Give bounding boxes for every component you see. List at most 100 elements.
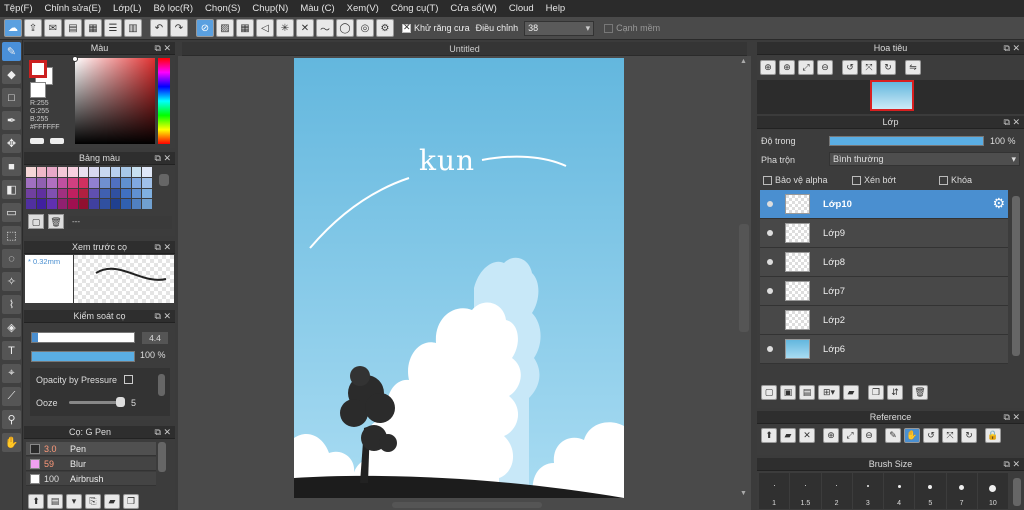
nav-fit-icon[interactable]: ⤢ (798, 60, 814, 75)
cloud-icon[interactable]: ☁ (4, 19, 22, 37)
pen-tool-icon[interactable]: ✒ (2, 111, 21, 130)
gear-icon[interactable]: ⚙ (992, 195, 1005, 212)
brush-size-cell[interactable]: 10 (977, 473, 1008, 509)
eyedropper-tool-icon[interactable]: ⚲ (2, 410, 21, 429)
layer-row[interactable]: Lớp8 (760, 248, 1008, 277)
scroll-up-icon[interactable]: ▲ (740, 58, 747, 65)
brush-size-cell[interactable]: 7 (946, 473, 977, 509)
visibility-eye-icon[interactable] (767, 259, 773, 265)
ref-fit-icon[interactable]: ⤢ (842, 428, 858, 443)
brush-list-item[interactable]: 100 Airbrush (26, 472, 156, 486)
palette-swatch[interactable] (78, 199, 89, 209)
layer-row[interactable]: Lớp10 ⚙ (760, 190, 1008, 219)
color-swap-button[interactable] (50, 138, 64, 144)
brush-list-scroll[interactable] (158, 442, 166, 472)
correction-select[interactable]: 38 (524, 20, 595, 36)
nav-flip-icon[interactable]: ⇋ (905, 60, 921, 75)
lasso-tool-icon[interactable]: ◌ (2, 249, 21, 268)
shape-tool-icon[interactable]: □ (2, 88, 21, 107)
palette-swatch[interactable] (110, 199, 121, 209)
new-layer-1bit-icon[interactable]: ▤ (799, 385, 815, 400)
menu-select[interactable]: Chọn(S) (205, 3, 240, 14)
artwork-canvas[interactable]: kun (294, 58, 624, 498)
nav-rotate-right-icon[interactable]: ↻ (880, 60, 896, 75)
palette-swatch[interactable] (47, 167, 57, 177)
palette-swatch[interactable] (89, 167, 100, 177)
panel-close-icon[interactable]: ⧉ ✕ (1004, 116, 1020, 129)
panel-close-icon[interactable]: ⧉ ✕ (1004, 42, 1020, 55)
palette-swatch[interactable] (121, 177, 131, 188)
bucket-tool-icon[interactable]: ◧ (2, 180, 21, 199)
brush-list-item[interactable]: 3.0 Pen (26, 442, 156, 456)
palette-swatch[interactable] (78, 167, 89, 177)
settings-snap-icon[interactable]: ⚙ (376, 19, 394, 37)
layer-folder-icon[interactable]: ▰ (843, 385, 859, 400)
brush-folder-icon[interactable]: ▰ (104, 494, 120, 509)
menu-window[interactable]: Cửa sổ(W) (450, 3, 496, 14)
select-rect-tool-icon[interactable]: ⬚ (2, 226, 21, 245)
nav-zoom-fit-icon[interactable]: ⊕ (760, 60, 776, 75)
canvas-horizontal-scrollbar[interactable] (392, 502, 542, 508)
move-tool-icon[interactable]: ✥ (2, 134, 21, 153)
menu-layer[interactable]: Lớp(L) (113, 3, 141, 14)
radial-snap-icon[interactable]: ✳ (276, 19, 294, 37)
palette-swatch[interactable] (47, 188, 57, 199)
foreground-color-front[interactable] (29, 60, 47, 78)
palette-swatch[interactable] (100, 199, 110, 209)
gradient-tool-icon[interactable]: ▭ (2, 203, 21, 222)
palette-swatch[interactable] (121, 199, 131, 209)
palette-swatch[interactable] (26, 199, 36, 209)
menu-color[interactable]: Màu (C) (300, 3, 334, 14)
magic-wand-tool-icon[interactable]: ✧ (2, 272, 21, 291)
visibility-eye-icon[interactable] (767, 201, 773, 207)
grid-icon[interactable]: ▦ (84, 19, 102, 37)
brush-size-cell[interactable]: 1 (759, 473, 790, 509)
brush-duplicate-icon[interactable]: ❐ (123, 494, 139, 509)
ref-reset-icon[interactable]: ⤧ (942, 428, 958, 443)
eraser-tool-icon[interactable]: ◆ (2, 65, 21, 84)
palette-swatch[interactable] (110, 177, 121, 188)
ref-rotate-right-icon[interactable]: ↻ (961, 428, 977, 443)
panel-close-icon[interactable]: ⧉ ✕ (155, 152, 171, 165)
redo-icon[interactable]: ↷ (170, 19, 188, 37)
color-picker-handle[interactable] (72, 56, 78, 62)
layer-row[interactable]: Lớp6 (760, 335, 1008, 364)
palette-scroll[interactable] (159, 174, 169, 186)
palette-swatch[interactable] (78, 177, 89, 188)
panel-close-icon[interactable]: ⧉ ✕ (155, 426, 171, 439)
palette-swatch[interactable] (78, 188, 89, 199)
visibility-eye-icon[interactable] (767, 230, 773, 236)
menu-cloud[interactable]: Cloud (509, 3, 534, 14)
menu-filter[interactable]: Bộ lọc(R) (153, 3, 193, 14)
text-tool-icon[interactable]: T (2, 341, 21, 360)
palette-swatch[interactable] (110, 188, 121, 199)
panel-icon[interactable]: ▥ (124, 19, 142, 37)
cross-snap-icon[interactable]: ✕ (296, 19, 314, 37)
ref-lock-icon[interactable]: 🔒 (985, 428, 1001, 443)
clipping-checkbox[interactable] (852, 176, 861, 186)
palette-swatch[interactable] (36, 188, 47, 199)
palette-swatch[interactable] (131, 167, 142, 177)
brush-size-cell[interactable]: 5 (915, 473, 946, 509)
panel-close-icon[interactable]: ⧉ ✕ (155, 42, 171, 55)
panel-close-icon[interactable]: ⧉ ✕ (1004, 411, 1020, 424)
ref-open-icon[interactable]: ▰ (780, 428, 796, 443)
hue-slider[interactable] (158, 58, 170, 144)
palette-swatch[interactable] (68, 167, 78, 177)
palette-swatch[interactable] (142, 177, 152, 188)
undo-icon[interactable]: ↶ (150, 19, 168, 37)
palette-swatch[interactable] (121, 167, 131, 177)
parallel-snap-icon[interactable]: ▨ (216, 19, 234, 37)
menu-view[interactable]: Xem(V) (347, 3, 379, 14)
brush-size-scroll[interactable] (1013, 478, 1021, 506)
brush-menu-icon[interactable]: ▾ (66, 494, 82, 509)
brush-control-scroll[interactable] (158, 374, 165, 396)
select-pen-tool-icon[interactable]: ⌇ (2, 295, 21, 314)
brush-copy-icon[interactable]: ⎘ (85, 494, 101, 509)
menu-tools[interactable]: Công cụ(T) (391, 3, 439, 14)
palette-swatch[interactable] (36, 177, 47, 188)
palette-swatch[interactable] (100, 188, 110, 199)
palette-swatch[interactable] (131, 188, 142, 199)
palette-swatch[interactable] (131, 199, 142, 209)
no-snap-icon[interactable]: ⊘ (196, 19, 214, 37)
